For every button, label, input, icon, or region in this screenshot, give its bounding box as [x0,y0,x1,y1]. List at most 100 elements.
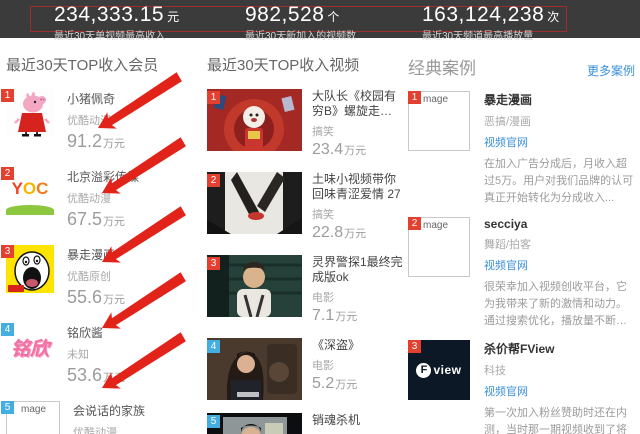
case-description: 第一次加入粉丝赞助时还在内测，当时那一期视频收到了将近3000元，近200条付费… [484,405,634,434]
video-title[interactable]: 土味小视频带你回味青涩爱情 27 [312,172,403,202]
video-amount: 7.1万元 [312,307,403,325]
video-category: 搞笑 [312,123,403,139]
rank-badge: 3 [408,340,421,353]
rank-badge: 1 [1,89,14,102]
video-row-2[interactable]: 2 土味小视频带你回味青涩爱情 27 搞笑 22.8万元 [207,172,403,242]
video-title[interactable]: 销魂杀机 [312,413,403,428]
stat-value: 234,333.15 [54,3,164,26]
rank-badge: 4 [207,340,220,353]
broken-image-text: mage [423,220,448,231]
case-row-1[interactable]: 1 mage 暴走漫画 恶搞/漫画 视频官网 在加入广告分成后，月收入超过5万。… [408,91,635,207]
rank-badge: 1 [207,91,220,104]
case-description: 在加入广告分成后，月收入超过5万。用户对我们品牌的认可真正开始转化为分成收入..… [484,156,634,207]
video-title[interactable]: 《深盗》 [312,338,403,353]
stat-label: 最近30天单视频最高收入 [54,27,179,42]
stat-value: 982,528 [245,3,324,26]
member-name[interactable]: 暴走漫画 [67,246,125,263]
member-row-4[interactable]: 4 铭欣 铭欣酱 未知 53.6万元 [6,323,202,386]
rank-badge: 1 [408,91,421,104]
member-category: 优酷动漫 [67,190,139,206]
member-row-3[interactable]: 3 暴走漫画 优酷原创 [6,245,202,308]
stat-value: 163,124,238 [422,3,544,26]
member-category: 未知 [67,346,125,362]
rank-badge: 2 [1,167,14,180]
member-amount: 53.6万元 [67,365,125,386]
video-thumbnail[interactable]: 2 [207,172,302,234]
member-name[interactable]: 铭欣酱 [67,324,125,341]
case-title[interactable]: secciya [484,217,634,231]
stat-label: 最近30天频道最高播放量 [422,27,559,42]
case-category: 恶搞/漫画 [484,113,634,129]
cases-column-header: 经典案例 [408,54,476,79]
video-thumbnail[interactable]: 1 [207,89,302,151]
member-amount: 67.5万元 [67,209,139,230]
rank-badge: 3 [1,245,14,258]
rank-badge: 4 [1,323,14,336]
members-column-header: 最近30天TOP收入会员 [6,54,202,75]
case-category: 科技 [484,362,634,378]
member-category: 优酷动漫 [73,424,145,434]
fview-logo-word: view [433,363,461,377]
rank-badge: 5 [1,401,14,414]
stat-unit: 元 [167,10,179,24]
stat-top-video-income: 234,333.15元 最近30天单视频最高收入 [54,3,179,42]
broken-image-placeholder: mage [6,401,60,434]
video-amount: 5.2万元 [312,375,403,393]
rank-badge: 5 [207,415,220,428]
more-cases-link[interactable]: 更多案例 [587,62,635,79]
stat-unit: 个 [327,10,339,24]
member-name[interactable]: 会说话的家族 [73,402,145,419]
video-category: 搞笑 [312,206,403,222]
member-category: 优酷原创 [67,268,125,284]
rank-badge: 2 [207,174,220,187]
video-thumbnail[interactable]: 4 [207,338,302,400]
stat-new-videos: 982,528个 最近30天新加入的视频数 [245,3,356,42]
case-site-link[interactable]: 视频官网 [484,383,634,399]
video-category: 电影 [312,357,403,373]
thumbnail-art-festival [207,89,302,151]
top-income-members-column: 最近30天TOP收入会员 1 [6,54,202,434]
video-category: 电影 [312,289,403,305]
video-row-3[interactable]: 3 灵界警探1最终完成版ok 电影 7.1万元 [207,255,403,325]
thumbnail-art-shoes [207,172,302,234]
video-row-4[interactable]: 4 《深盗》 电影 5.2万元 [207,338,403,400]
top-income-videos-column: 最近30天TOP收入视频 1 大队长《校园有穷B》螺旋走位 [207,54,403,434]
video-title[interactable]: 大队长《校园有穷B》螺旋走位巧夺助学金... [312,89,403,119]
stat-top-channel-plays: 163,124,238次 最近30天频道最高播放量 [422,3,559,42]
case-category: 舞蹈/拍客 [484,236,634,252]
video-amount: 23.4万元 [312,141,403,159]
case-title[interactable]: 暴走漫画 [484,91,634,108]
thumbnail-art-suit-man [207,413,302,434]
case-title[interactable]: 杀价帮FView [484,340,634,357]
member-row-2[interactable]: 2 YOC 北京溢彩传媒 优酷动漫 67.5万元 [6,167,202,230]
fview-logo-letter: F [416,363,431,378]
member-row-5[interactable]: 5 mage 会说话的家族 优酷动漫 31.0万元 [6,401,202,434]
thumbnail-art-woman [207,338,302,400]
member-amount: 55.6万元 [67,287,125,308]
video-amount: 22.8万元 [312,224,403,242]
videos-column-header: 最近30天TOP收入视频 [207,54,403,75]
case-site-link[interactable]: 视频官网 [484,134,634,150]
top-stats-bar: 234,333.15元 最近30天单视频最高收入 982,528个 最近30天新… [0,0,640,38]
video-row-5[interactable]: 5 销魂杀机 微电影 4.2万元 [207,413,403,434]
rank-badge: 3 [207,257,220,270]
video-thumbnail[interactable]: 3 [207,255,302,317]
stat-label: 最近30天新加入的视频数 [245,27,356,42]
case-description: 很荣幸加入视频创收平台，它为我带来了新的激情和动力。通过搜索优化，播放量不断增加… [484,279,634,330]
video-row-1[interactable]: 1 大队长《校园有穷B》螺旋走位巧夺助学金... 搞笑 23.4万元 [207,89,403,159]
case-row-2[interactable]: 2 mage secciya 舞蹈/拍客 视频官网 很荣幸加入视频创收平台，它为… [408,217,635,330]
broken-image-text: mage [423,94,448,105]
case-site-link[interactable]: 视频官网 [484,257,634,273]
classic-cases-column: 经典案例 更多案例 1 mage 暴走漫画 恶搞/漫画 视频官网 在加入广告分成… [408,54,635,434]
broken-image-text: mage [21,404,46,415]
video-title[interactable]: 灵界警探1最终完成版ok [312,255,403,285]
video-thumbnail[interactable]: 5 [207,413,302,434]
rank-badge: 2 [408,217,421,230]
member-row-1[interactable]: 1 小猪佩奇 [6,89,202,152]
member-category: 优酷动漫 [67,112,125,128]
thumbnail-art-detective [207,255,302,317]
stat-unit: 次 [547,10,559,24]
member-name[interactable]: 小猪佩奇 [67,90,125,107]
member-name[interactable]: 北京溢彩传媒 [67,168,139,185]
case-row-3[interactable]: 3 F view 杀价帮FView 科技 视频官网 第一次加入粉丝赞助时还在内测… [408,340,635,434]
